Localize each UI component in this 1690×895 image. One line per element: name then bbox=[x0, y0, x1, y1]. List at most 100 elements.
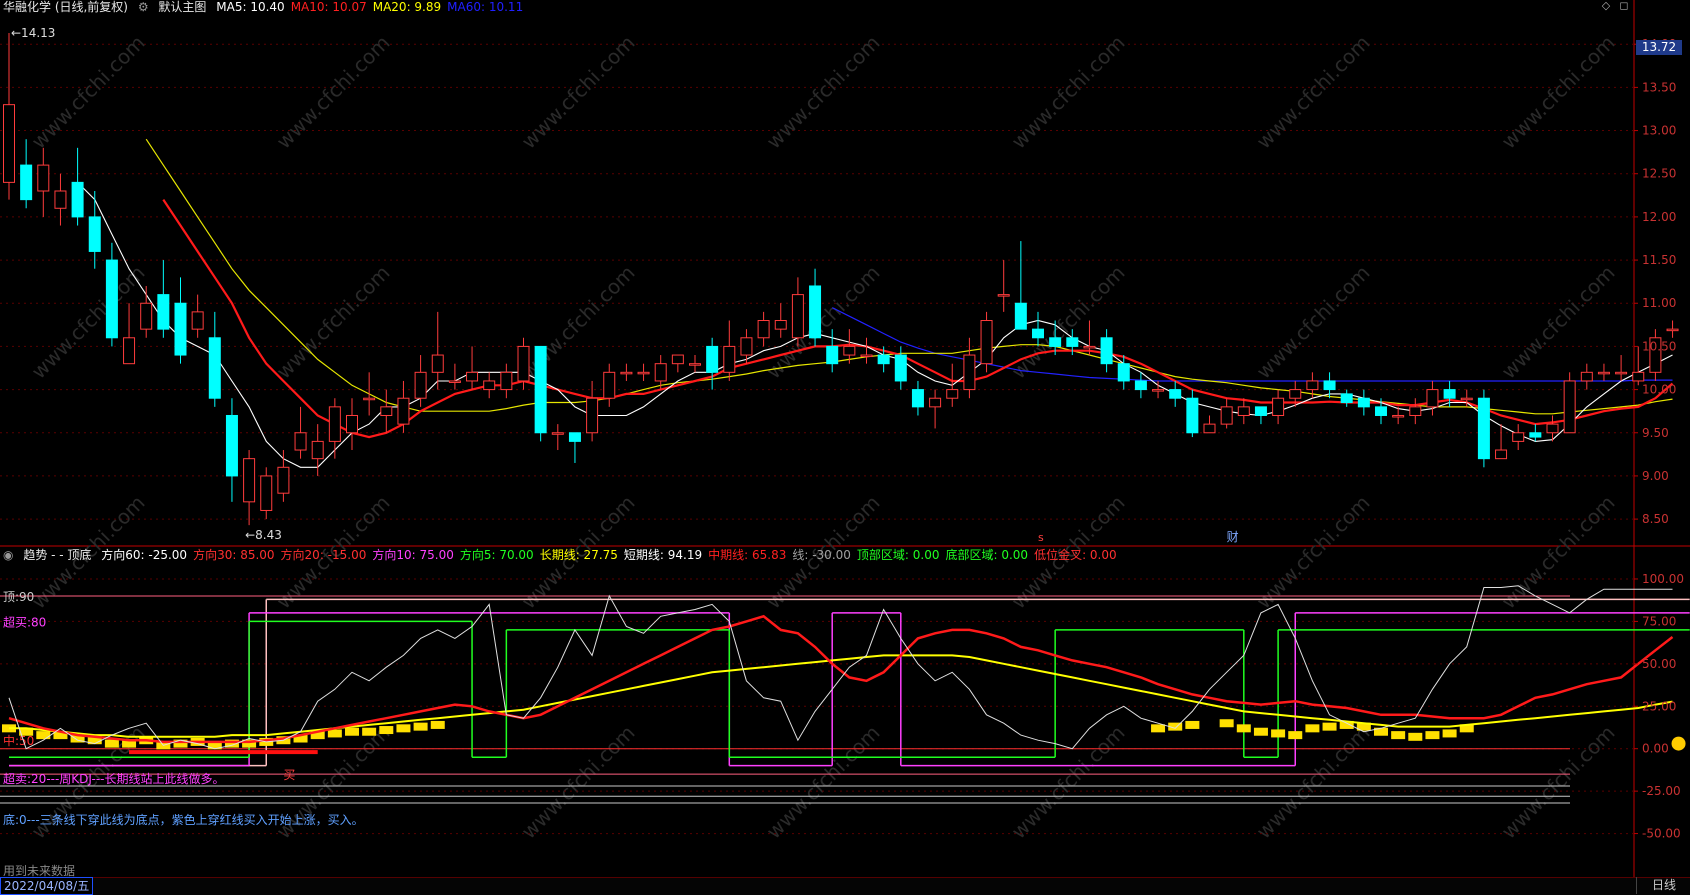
signal-bar bbox=[379, 726, 394, 735]
indicator-field: 低位金叉: 0.00 bbox=[1034, 548, 1117, 562]
period-tab-daily[interactable]: 日线 bbox=[1636, 877, 1690, 894]
window-icon[interactable]: ◻ bbox=[1618, 0, 1630, 12]
candle-body bbox=[1272, 397, 1285, 416]
diamond-icon[interactable]: ◇ bbox=[1600, 0, 1612, 12]
candle-body bbox=[1460, 397, 1473, 401]
candle-body bbox=[414, 371, 427, 399]
candle-body bbox=[20, 164, 33, 201]
candle-body bbox=[1152, 389, 1165, 392]
candle-body bbox=[157, 294, 170, 330]
candle-body bbox=[1477, 397, 1490, 460]
candle-body bbox=[380, 406, 393, 416]
indicator-title[interactable]: 趋势 - - 顶底 bbox=[23, 548, 91, 562]
watermark-text: www.cfchi.com bbox=[1252, 491, 1375, 614]
candle-body bbox=[397, 397, 410, 425]
watermark-text: www.cfchi.com bbox=[517, 31, 640, 154]
candle-body bbox=[894, 354, 907, 382]
candle-body bbox=[1186, 397, 1199, 434]
candle-body bbox=[431, 354, 444, 373]
price-tick-label: 11.00 bbox=[1642, 296, 1676, 310]
candle-body bbox=[603, 371, 616, 399]
candle-body bbox=[466, 371, 479, 382]
watermark-text: www.cfchi.com bbox=[27, 31, 150, 154]
short-line bbox=[8, 585, 1673, 750]
candle-body bbox=[534, 345, 547, 434]
candle-body bbox=[1546, 423, 1559, 434]
price-tick-label: 9.50 bbox=[1642, 426, 1669, 440]
indicator-field: 顶部区域: 0.00 bbox=[856, 548, 940, 562]
candle-body bbox=[1597, 371, 1610, 375]
indicator-field: 底部区域: 0.00 bbox=[945, 548, 1029, 562]
indicator-field: 方向20: -15.00 bbox=[280, 548, 367, 562]
signal-bar bbox=[1151, 724, 1166, 733]
candle-body bbox=[1203, 423, 1216, 434]
collapse-icon[interactable]: ◉ bbox=[3, 548, 13, 562]
candle-body bbox=[1220, 406, 1233, 425]
signal-bar bbox=[1253, 727, 1268, 736]
candle-body bbox=[1632, 371, 1645, 382]
candle-body bbox=[123, 337, 136, 365]
bottom-note: 底:0---三条线下穿此线为底点，紫色上穿红线买入开始上涨，买入。 bbox=[3, 813, 364, 827]
candle-body bbox=[809, 285, 822, 339]
watermark-text: www.cfchi.com bbox=[1497, 721, 1620, 844]
signal-bar bbox=[345, 727, 359, 736]
candle-body bbox=[740, 337, 753, 356]
candle-body bbox=[1169, 389, 1182, 399]
candle-body bbox=[1237, 406, 1250, 416]
oversold-note: 超卖:20---周KDJ---长期线站上此线做多。 bbox=[3, 772, 225, 786]
signal-bar bbox=[1305, 724, 1320, 733]
candle-body bbox=[774, 320, 787, 330]
price-tick-label: 13.00 bbox=[1642, 124, 1676, 138]
candle-body bbox=[1666, 328, 1679, 332]
settings-icon[interactable]: ⚙ bbox=[138, 0, 149, 14]
indicator-tick-label: -25.00 bbox=[1642, 784, 1681, 798]
cursor-date: 2022/04/08/五 bbox=[0, 877, 94, 895]
ma-legend-item: MA20: 9.89 bbox=[372, 0, 442, 14]
candle-body bbox=[1014, 302, 1027, 330]
indicator-tick-label: 75.00 bbox=[1642, 614, 1676, 628]
signal-bar bbox=[1219, 719, 1234, 728]
price-tick-label: 10.50 bbox=[1642, 339, 1676, 353]
candle-body bbox=[637, 371, 650, 375]
indicator-field: 中期线: 65.83 bbox=[708, 548, 787, 562]
candle-body bbox=[311, 440, 324, 460]
price-tick-label: 12.00 bbox=[1642, 210, 1676, 224]
stock-chart-canvas[interactable]: www.cfchi.com www.cfchi.com www.cfchi.com w… bbox=[0, 0, 1690, 894]
signal-bar bbox=[1288, 731, 1303, 740]
candle-body bbox=[551, 432, 564, 435]
low-price-label: ←8.43 bbox=[245, 528, 282, 542]
candle-body bbox=[860, 354, 873, 358]
candle-body bbox=[1306, 380, 1319, 391]
candle-body bbox=[243, 458, 256, 503]
candle-body bbox=[791, 294, 804, 339]
watermark-text: www.cfchi.com bbox=[1497, 491, 1620, 614]
candle-body bbox=[225, 414, 238, 477]
main-chart-header: 华融化学 (日线,前复权) ⚙ 默认主图 MA5: 10.40 MA10: 10.… bbox=[3, 0, 535, 14]
candle-body bbox=[448, 380, 461, 383]
candle-body bbox=[757, 320, 770, 339]
layout-name[interactable]: 默认主图 bbox=[158, 0, 206, 14]
candle-body bbox=[277, 466, 290, 494]
watermark-text: www.cfchi.com bbox=[1252, 261, 1375, 384]
candle-body bbox=[1117, 363, 1130, 382]
candle-body bbox=[71, 181, 84, 218]
signal-bar bbox=[430, 720, 445, 729]
signal-bar bbox=[362, 727, 377, 736]
candle-body bbox=[1409, 406, 1422, 416]
indicator-field: 方向30: 85.00 bbox=[193, 548, 275, 562]
signal-bar bbox=[413, 722, 428, 731]
candle-body bbox=[3, 104, 15, 183]
candle-body bbox=[1289, 389, 1302, 399]
signal-bar bbox=[36, 731, 51, 740]
candle-body bbox=[1563, 380, 1576, 434]
candle-body bbox=[517, 345, 530, 382]
candle-body bbox=[946, 389, 959, 399]
candle-body bbox=[500, 371, 513, 391]
candle-body bbox=[843, 345, 856, 356]
candle-body bbox=[911, 389, 924, 408]
indicator-fields: 方向60: -25.00 方向30: 85.00 方向20: -15.00 方向10:… bbox=[101, 548, 1122, 562]
stock-name[interactable]: 华融化学 (日线,前复权) bbox=[3, 0, 128, 14]
candle-body bbox=[88, 216, 101, 252]
candle-body bbox=[1323, 380, 1336, 391]
event-marker: s bbox=[1038, 531, 1044, 544]
